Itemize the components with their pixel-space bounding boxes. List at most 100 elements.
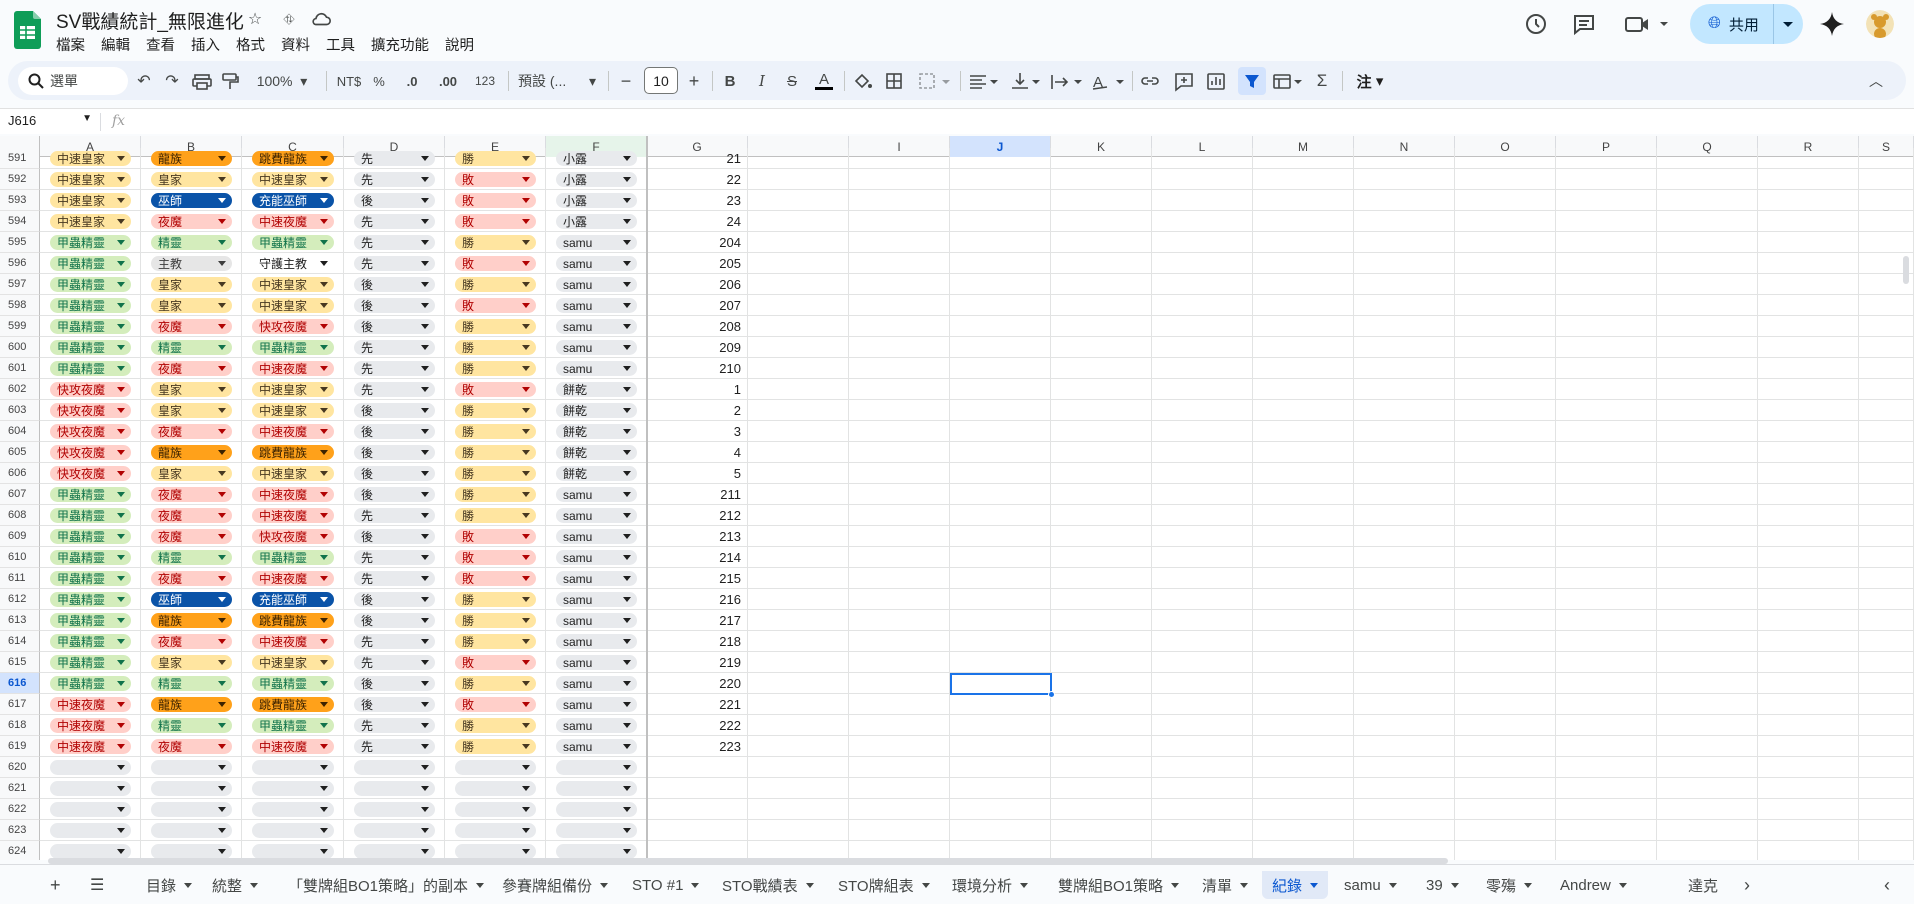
cell[interactable] [40,778,141,799]
cell[interactable] [748,358,849,379]
dropdown-chip[interactable]: 中速皇家 [50,151,131,166]
chart-icon[interactable] [1204,67,1228,95]
cell[interactable]: 夜魔 [141,211,242,232]
print-icon[interactable] [190,67,214,95]
cell[interactable] [1556,673,1657,694]
menu-help[interactable]: 說明 [437,32,482,57]
cell[interactable]: 精靈 [141,547,242,568]
cell[interactable] [1354,232,1455,253]
cell[interactable] [849,757,950,778]
cell[interactable] [1253,610,1354,631]
cell[interactable]: 充能巫師 [242,589,344,610]
cell[interactable] [1859,757,1914,778]
cell[interactable] [1455,820,1556,841]
cell[interactable]: 先 [344,379,445,400]
cell[interactable]: 巫師 [141,589,242,610]
cell[interactable] [849,442,950,463]
wrap-icon[interactable] [1048,67,1084,95]
cell[interactable] [748,400,849,421]
comment-icon[interactable] [1172,67,1196,95]
cell[interactable] [1051,799,1152,820]
cell[interactable] [1051,148,1152,169]
cell[interactable] [1859,694,1914,715]
cell[interactable]: samu [546,631,647,652]
cell[interactable] [748,673,849,694]
cell[interactable]: samu [546,715,647,736]
cell[interactable]: 敗 [445,694,546,715]
cell[interactable] [950,715,1051,736]
cell[interactable] [1152,736,1253,757]
cloud-status-icon[interactable] [310,8,332,30]
dropdown-chip[interactable]: samu [556,571,637,586]
cell[interactable]: 勝 [445,316,546,337]
filter-icon[interactable] [1238,67,1266,95]
dropdown-chip[interactable]: samu [556,592,637,607]
dropdown-chip[interactable]: 小露 [556,193,637,208]
cell[interactable] [849,505,950,526]
cell[interactable]: 勝 [445,484,546,505]
cell[interactable]: 甲蟲精靈 [242,715,344,736]
dropdown-chip[interactable]: 後 [354,424,435,439]
cell[interactable] [1455,316,1556,337]
cell[interactable]: 甲蟲精靈 [40,631,141,652]
chevron-down-icon[interactable] [1240,882,1249,888]
cell[interactable] [1657,568,1758,589]
sheet-tab[interactable]: samu [1334,871,1407,899]
dropdown-chip[interactable] [151,802,232,817]
cell[interactable]: 甲蟲精靈 [40,568,141,589]
chevron-down-icon[interactable] [805,882,814,888]
dropdown-chip[interactable]: 甲蟲精靈 [50,613,131,628]
italic-icon[interactable]: I [750,67,774,95]
cell[interactable]: 先 [344,358,445,379]
cell[interactable] [344,820,445,841]
dropdown-chip[interactable] [556,844,637,859]
cell[interactable]: samu [546,274,647,295]
functions-icon[interactable]: Σ [1310,67,1334,95]
dropdown-chip[interactable]: samu [556,487,637,502]
cell[interactable] [1354,295,1455,316]
cell[interactable]: 先 [344,652,445,673]
cell[interactable] [1354,148,1455,169]
cell[interactable] [1354,400,1455,421]
cell[interactable] [1455,337,1556,358]
cell[interactable] [1051,358,1152,379]
cell[interactable] [950,778,1051,799]
dropdown-chip[interactable]: 先 [354,361,435,376]
dropdown-chip[interactable]: 中速夜魔 [252,739,334,754]
number-format-button[interactable]: 123 [470,67,500,95]
sheet-tab[interactable]: 統整 [202,871,268,899]
cell[interactable]: 216 [647,589,748,610]
dropdown-chip[interactable]: 夜魔 [151,508,232,523]
cell[interactable] [1657,358,1758,379]
cell[interactable] [950,484,1051,505]
cell[interactable] [950,316,1051,337]
cell[interactable] [344,757,445,778]
cell[interactable] [1253,694,1354,715]
cell[interactable] [1556,757,1657,778]
dropdown-chip[interactable]: 敗 [455,655,536,670]
cell[interactable]: 中速夜魔 [242,421,344,442]
cell[interactable]: 龍族 [141,610,242,631]
cell[interactable]: 敗 [445,169,546,190]
cell[interactable] [546,799,647,820]
cell[interactable] [1253,358,1354,379]
cell[interactable]: samu [546,526,647,547]
dropdown-chip[interactable]: 後 [354,403,435,418]
cell[interactable] [748,505,849,526]
dropdown-chip[interactable]: 快攻夜魔 [252,529,334,544]
cell[interactable]: samu [546,505,647,526]
dropdown-chip[interactable]: 皇家 [151,403,232,418]
cell[interactable] [1354,694,1455,715]
row-header[interactable]: 622 [0,799,40,820]
dropdown-chip[interactable] [455,760,536,775]
dropdown-chip[interactable]: 甲蟲精靈 [50,676,131,691]
cell[interactable]: 餅乾 [546,463,647,484]
dropdown-chip[interactable] [50,802,131,817]
cell[interactable] [748,631,849,652]
cell[interactable] [1253,379,1354,400]
dropdown-chip[interactable]: 勝 [455,319,536,334]
cell[interactable]: 甲蟲精靈 [40,337,141,358]
dropdown-chip[interactable] [455,823,536,838]
cell[interactable]: 敗 [445,253,546,274]
chevron-down-icon[interactable] [1388,882,1397,888]
